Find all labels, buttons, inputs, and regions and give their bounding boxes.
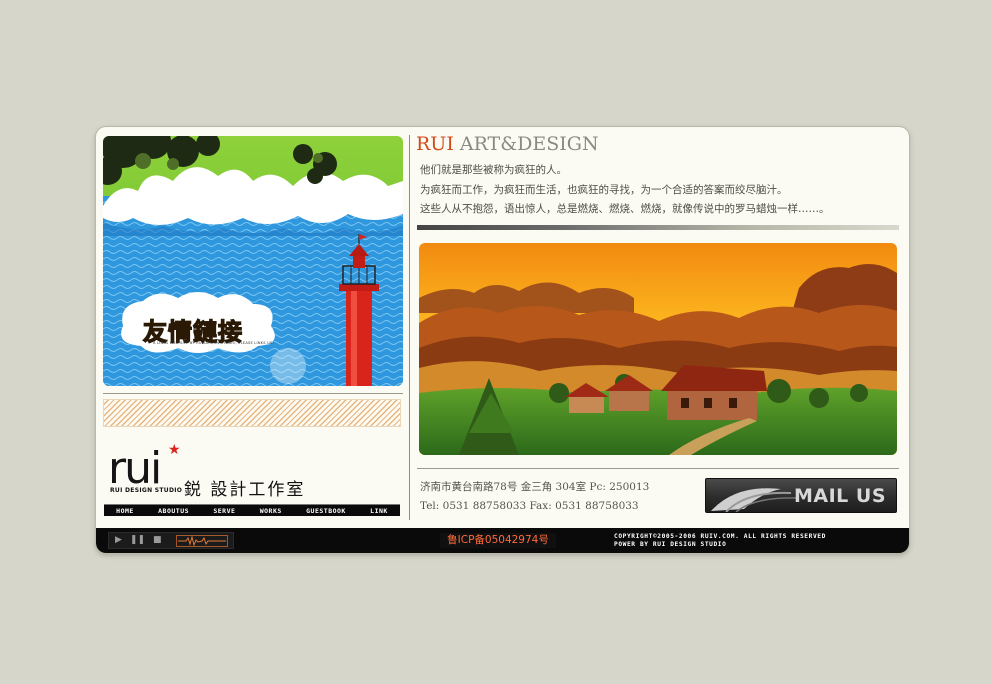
logo-studio-name: RUI DESIGN STUDIO — [110, 487, 183, 494]
footer-bar: ▶ ❚❚ ■ 鲁ICP备05042974号 COPYRIGHT©2005-200… — [96, 528, 909, 553]
mail-us-button[interactable]: MAIL US — [705, 478, 897, 513]
brush-rule — [417, 225, 899, 230]
logo-wordmark: rui — [108, 443, 162, 494]
nav-link[interactable]: LINK — [370, 507, 388, 515]
column-separator — [409, 135, 410, 520]
rui-logo[interactable]: rui ★ RUI DESIGN STUDIO 鋭 設計工作室 — [108, 443, 408, 503]
intro-line: 为疯狂而工作，为疯狂而生活，也疯狂的寻找，为一个合适的答案而绞尽脑汁。 — [420, 183, 788, 196]
pause-icon[interactable]: ❚❚ — [130, 536, 145, 545]
mail-us-label: MAIL US — [793, 485, 886, 507]
nav-aboutus[interactable]: ABOUTUS — [158, 507, 189, 515]
intro-line: 他们就是那些被称为疯狂的人。 — [420, 164, 567, 176]
intro-line: 这些人从不抱怨，语出惊人，总是燃烧、燃烧、燃烧，就像传说中的罗马蜡烛一样……。 — [420, 203, 830, 215]
contact-phone: Tel: 0531 88758033 Fax: 0531 88758033 — [420, 500, 639, 512]
contact-divider — [417, 468, 899, 469]
hatched-strip — [103, 399, 401, 427]
nav-serve[interactable]: SERVE — [213, 507, 235, 515]
star-icon: ★ — [168, 442, 181, 458]
copyright-line: COPYRIGHT©2005-2006 RUIV.COM. ALL RIGHTS… — [614, 533, 826, 540]
nav-guestbook[interactable]: GUESTBOOK — [306, 507, 346, 515]
title-rui: RUI — [416, 133, 454, 155]
logo-chinese-name: 鋭 設計工作室 — [184, 480, 306, 500]
contact-address: 济南市黄台南路78号 金三角 304室 Pc: 250013 — [420, 481, 650, 493]
powered-by-line: POWER BY RUI DESIGN STUDIO — [614, 541, 727, 548]
stop-icon[interactable]: ■ — [153, 536, 162, 545]
nav-works[interactable]: WORKS — [260, 507, 282, 515]
left-divider — [103, 393, 403, 394]
contact-info: 济南市黄台南路78号 金三角 304室 Pc: 250013 Tel: 0531… — [420, 478, 649, 516]
banner-subtitle: A LINKS WEB SITE BY RUI DESIGN STUDIO, P… — [153, 341, 274, 345]
links-banner-illustration — [103, 136, 403, 386]
play-icon[interactable]: ▶ — [115, 536, 122, 545]
main-nav: HOME ABOUTUS SERVE WORKS GUESTBOOK LINK — [104, 504, 400, 516]
music-player: ▶ ❚❚ ■ — [108, 532, 234, 549]
page-title: RUI ART&DESIGN — [416, 133, 599, 155]
links-banner[interactable]: 友情鏈接 A LINKS WEB SITE BY RUI DESIGN STUD… — [103, 136, 403, 386]
landscape-illustration — [419, 243, 897, 455]
icp-license[interactable]: 鲁ICP备05042974号 — [440, 533, 556, 548]
waveform-icon — [175, 534, 228, 547]
copyright: COPYRIGHT©2005-2006 RUIV.COM. ALL RIGHTS… — [614, 533, 826, 549]
main-panel: 友情鏈接 A LINKS WEB SITE BY RUI DESIGN STUD… — [96, 127, 909, 553]
title-art-design: ART&DESIGN — [453, 133, 599, 155]
landscape-image — [419, 243, 897, 455]
nav-home[interactable]: HOME — [116, 507, 134, 515]
intro-text: 他们就是那些被称为疯狂的人。 为疯狂而工作，为疯狂而生活，也疯狂的寻找，为一个合… — [420, 161, 830, 220]
